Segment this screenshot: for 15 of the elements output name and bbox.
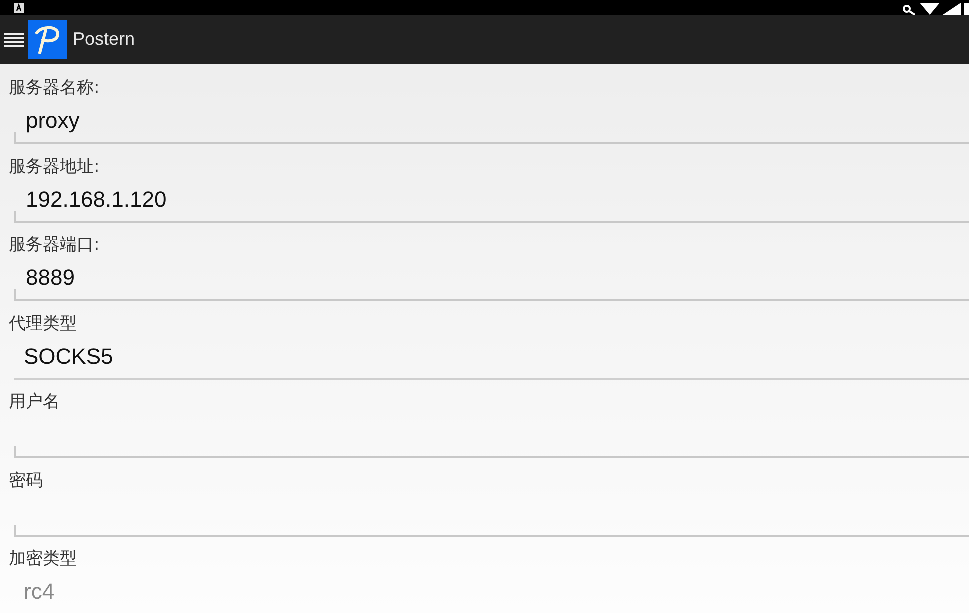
app-logo-icon [28,20,67,59]
field-label: 服务器端口: [8,234,101,257]
field-label: 用户名 [8,391,61,414]
dropdown[interactable]: SOCKS5 [14,338,969,380]
field-label: 代理类型 [8,312,78,336]
app-title: Postern [73,29,136,50]
menu-icon[interactable] [4,32,24,48]
field-label: 服务器名称: [8,77,101,100]
input-field[interactable]: proxy [14,102,969,144]
field-label: 加密类型 [8,548,78,571]
input-field[interactable]: 8889 [14,259,969,301]
battery-icon [964,3,969,15]
field-label: 密码 [8,470,44,492]
input-field[interactable]: 192.168.1.120 [14,180,969,222]
field-label: 服务器地址: [8,156,101,178]
